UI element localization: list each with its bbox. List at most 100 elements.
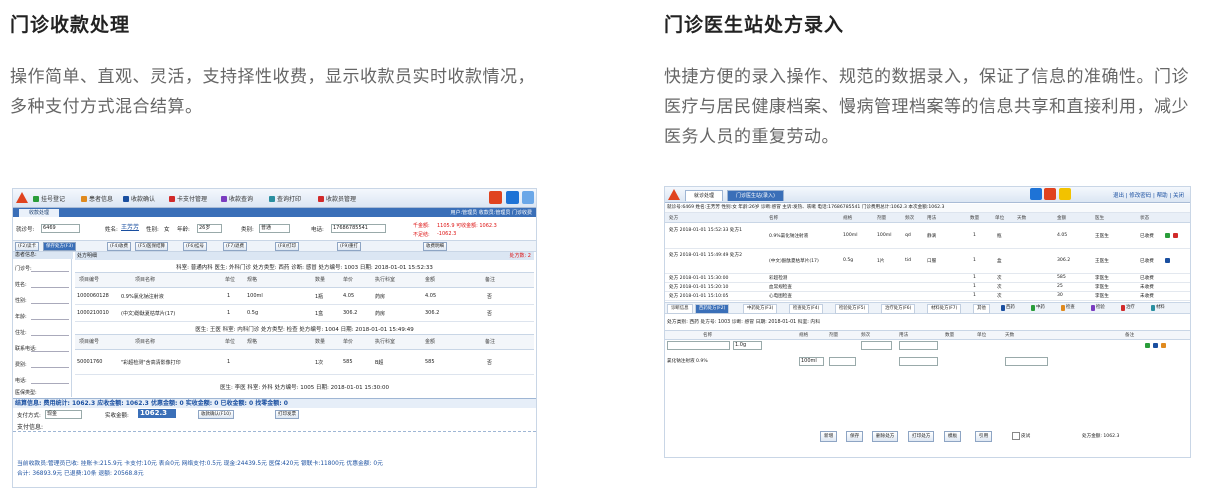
- refund-button[interactable]: (F7)退费: [223, 242, 247, 251]
- user-info: 用户:管理员 收款员:管理员 门诊收费: [450, 210, 532, 216]
- cell: 4.05: [343, 293, 355, 299]
- copy-row-icon[interactable]: [1161, 343, 1166, 348]
- confirm-payment-button[interactable]: 收款确认(F10): [198, 410, 234, 419]
- window-icon[interactable]: [1030, 188, 1042, 200]
- spec-input[interactable]: 1.0g: [733, 341, 762, 350]
- sidebar-field[interactable]: [31, 335, 69, 336]
- freq-select[interactable]: [861, 341, 892, 350]
- type-select[interactable]: 普通: [259, 224, 290, 233]
- col-header: 项目编号: [79, 277, 100, 283]
- reference-button[interactable]: 引用: [975, 431, 993, 442]
- print-button[interactable]: (F8)打印: [275, 242, 299, 251]
- user-icon[interactable]: [1059, 188, 1071, 200]
- read-card-button[interactable]: (F2)读卡: [15, 242, 39, 251]
- close-icon[interactable]: [489, 191, 502, 204]
- received-amount-input[interactable]: 1062.3: [138, 409, 176, 418]
- delete-icon[interactable]: [1173, 233, 1178, 238]
- table-row[interactable]: 处方 2018-01-01 15:49:49 处方2 (中文)酚酞夏枯草片(17…: [665, 249, 1190, 274]
- sidebar-field[interactable]: [31, 319, 69, 320]
- phone-input[interactable]: 17686785541: [331, 224, 386, 233]
- cell: 1: [227, 293, 231, 299]
- tab-western[interactable]: 西药处方(F2): [695, 304, 730, 314]
- table-row[interactable]: 处方 2018-01-01 15:30:00 彩超检测 1 次 585 李医生 …: [665, 274, 1190, 283]
- new-button[interactable]: 新增: [820, 431, 838, 442]
- legend-swatch: [1001, 305, 1005, 311]
- window-icon[interactable]: [506, 191, 519, 204]
- patient-name[interactable]: 王芳芳: [121, 222, 139, 231]
- save-button[interactable]: 保存: [846, 431, 864, 442]
- skin-test-checkbox[interactable]: [1012, 432, 1020, 440]
- col-header: 单位: [225, 277, 236, 283]
- copy-icon[interactable]: [1165, 258, 1170, 263]
- table-row[interactable]: 1000210010 (中文)酚酞夏枯草片(17) 1 0.5g 1盒 306.…: [75, 305, 534, 322]
- toolbar-item[interactable]: 查询打印: [269, 194, 301, 203]
- tab-prescription[interactable]: 门诊医生站(录入): [727, 190, 784, 201]
- tab-other[interactable]: 其他: [973, 304, 990, 314]
- register-button[interactable]: (F6)挂号: [183, 242, 207, 251]
- tab-visit[interactable]: 就诊处理: [685, 190, 724, 201]
- tab-billing[interactable]: 收款处理: [19, 209, 60, 217]
- tab-treatment[interactable]: 治疗处方(F6): [881, 304, 916, 314]
- table-row[interactable]: 50001760 "彩超检测"含高清影像打印 1 1次 585 B超 585 否: [75, 350, 534, 375]
- toolbar-item[interactable]: 收款员管理: [318, 194, 356, 203]
- usage-select[interactable]: [899, 357, 938, 366]
- card-input[interactable]: 6469: [41, 224, 80, 233]
- table-row[interactable]: 1000060128 0.9%氯化钠注射液 1 100ml 1瓶 4.05 药房…: [75, 288, 534, 305]
- sidebar-field[interactable]: [31, 271, 69, 272]
- edit-icon[interactable]: [1165, 233, 1170, 238]
- days-input[interactable]: [1005, 357, 1048, 366]
- usage-select[interactable]: [899, 341, 938, 350]
- minimize-icon[interactable]: [522, 191, 534, 204]
- save-row-icon[interactable]: [1145, 343, 1150, 348]
- table-row[interactable]: 处方 2018-01-01 15:10:05 心电图检查 1 次 30 李医生 …: [665, 292, 1190, 301]
- tab-diagnosis[interactable]: 诊断信息: [667, 304, 693, 314]
- check-icon: [123, 196, 129, 202]
- tab-material[interactable]: 材料处方(F7): [927, 304, 962, 314]
- print-invoice-button[interactable]: 打印发票: [275, 410, 299, 419]
- close-icon[interactable]: [1044, 188, 1056, 200]
- unit-select[interactable]: [829, 357, 856, 366]
- tab-exam[interactable]: 检查处方(F4): [789, 304, 824, 314]
- top-links[interactable]: 退出 | 修改密码 | 帮助 | 关闭: [1113, 191, 1184, 199]
- dose-input[interactable]: 100ml: [799, 357, 824, 366]
- editor-row[interactable]: 1.0g: [665, 340, 1190, 350]
- col-header: 数量: [970, 216, 980, 221]
- detail-button[interactable]: 收费明细: [423, 242, 447, 251]
- cell: 1: [973, 284, 976, 289]
- toolbar-item[interactable]: 挂号登记: [33, 194, 65, 203]
- toolbar-item[interactable]: 收款查询: [221, 194, 253, 203]
- template-button[interactable]: 模板: [944, 431, 962, 442]
- sidebar-field[interactable]: [31, 383, 69, 384]
- drug-name-input[interactable]: [667, 341, 730, 350]
- sidebar-field[interactable]: [31, 303, 69, 304]
- insurance-button[interactable]: (F5)医保结算: [135, 242, 168, 251]
- editor-row[interactable]: 氯化钠注射液 0.9% 100ml: [665, 356, 1190, 366]
- save-rx-button[interactable]: 保存处方(F3): [43, 242, 76, 251]
- label: 年龄:: [177, 227, 190, 233]
- table-row[interactable]: 处方 2018-01-01 15:52:33 处方1 0.9%氯化钠注射液 10…: [665, 224, 1190, 249]
- action-buttons: (F2)读卡 保存处方(F3) (F4)收费 (F5)医保结算 (F6)挂号 (…: [13, 240, 536, 252]
- charge-button[interactable]: (F4)收费: [107, 242, 131, 251]
- add-row-icon[interactable]: [1153, 343, 1158, 348]
- sidebar-field[interactable]: [31, 351, 69, 352]
- query-icon: [221, 196, 227, 202]
- print-rx-button[interactable]: 打印处方: [908, 431, 935, 442]
- sidebar-field[interactable]: [31, 287, 69, 288]
- cell: 否: [487, 311, 493, 317]
- tab-lab[interactable]: 检验处方(F5): [835, 304, 870, 314]
- tab-chinese[interactable]: 中药处方(F3): [743, 304, 778, 314]
- age-input[interactable]: 26岁: [197, 224, 222, 233]
- col-header: 金额: [425, 339, 436, 345]
- table-row[interactable]: 处方 2018-01-01 15:20:10 血常规检查 1 次 25 李医生 …: [665, 283, 1190, 292]
- reprint-button[interactable]: (F9)重打: [337, 242, 361, 251]
- cell: qd: [905, 233, 911, 238]
- col-header: 医生: [1095, 216, 1105, 221]
- pay-method-select[interactable]: 现金: [45, 410, 82, 419]
- sex-value: 女: [164, 227, 170, 233]
- toolbar-item[interactable]: 收款确认: [123, 194, 155, 203]
- col-header: 备注: [1125, 333, 1135, 338]
- toolbar-item[interactable]: 卡支付管理: [169, 194, 207, 203]
- sidebar-field[interactable]: [31, 367, 69, 368]
- toolbar-item[interactable]: 患者信息: [81, 194, 113, 203]
- delete-rx-button[interactable]: 删除处方: [872, 431, 899, 442]
